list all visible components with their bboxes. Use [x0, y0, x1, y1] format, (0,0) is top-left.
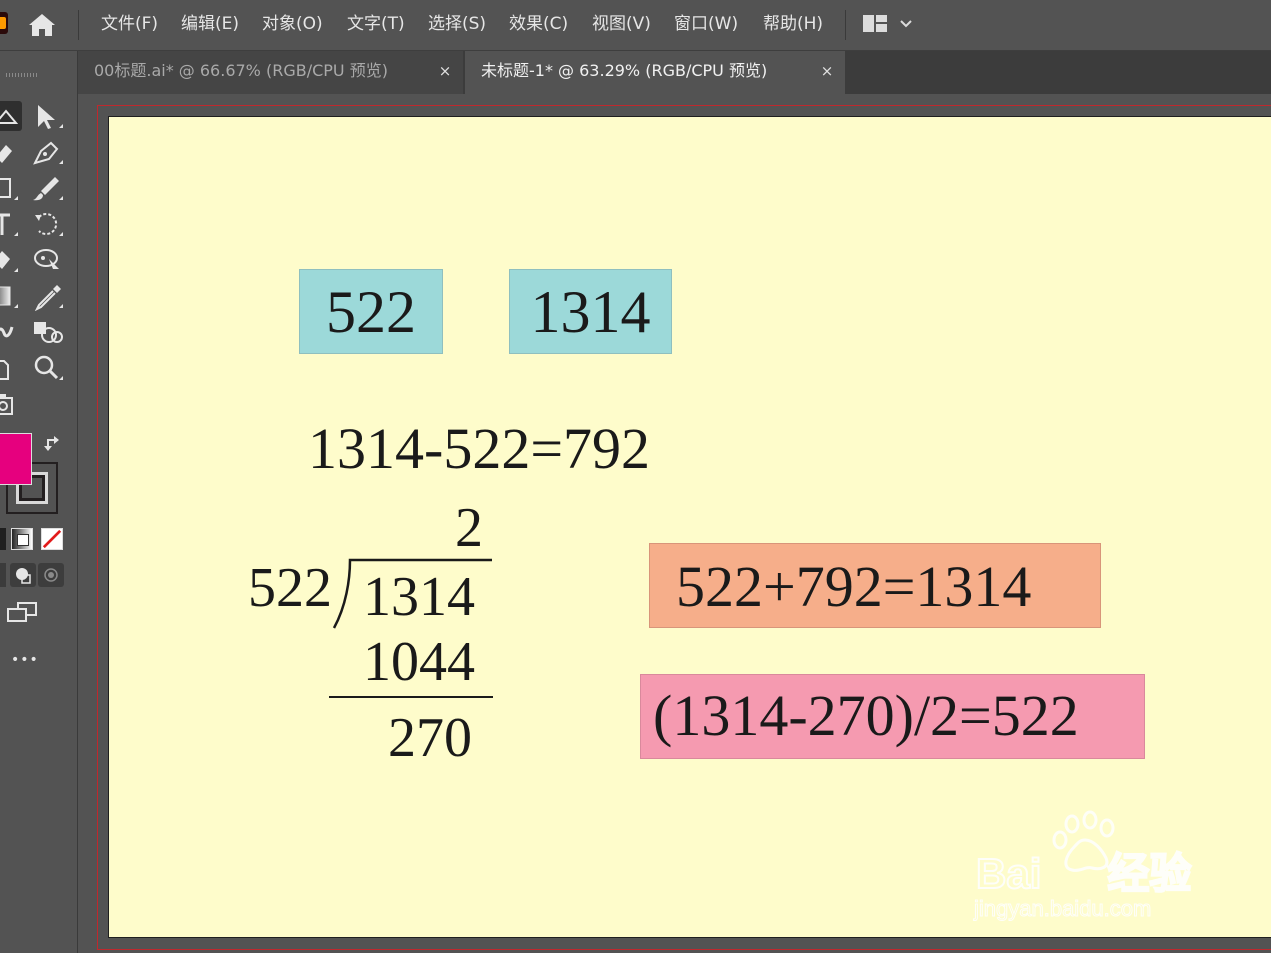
- eraser-tool-icon[interactable]: [0, 245, 22, 275]
- division-dividend[interactable]: 1314: [363, 565, 475, 629]
- more-tools-icon[interactable]: •••: [11, 652, 39, 668]
- screen-mode-icon[interactable]: [6, 599, 40, 627]
- division-quotient[interactable]: 2: [455, 496, 483, 560]
- layout-icon: [863, 15, 887, 32]
- home-icon[interactable]: [27, 11, 57, 39]
- tab-document-1[interactable]: 00标题.ai* @ 66.67% (RGB/CPU 预览) ×: [78, 51, 463, 94]
- subtraction-equation[interactable]: 1314-522=792: [308, 416, 650, 482]
- app-logo[interactable]: [0, 12, 8, 34]
- addition-equation: 522+792=1314: [676, 554, 1032, 619]
- tab-document-2[interactable]: 未标题-1* @ 63.29% (RGB/CPU 预览) ×: [465, 51, 845, 94]
- blob-brush-icon[interactable]: [0, 137, 22, 167]
- number-label: 1314: [530, 279, 651, 345]
- shaper-tool-icon[interactable]: [0, 101, 22, 131]
- camera-icon[interactable]: [0, 389, 22, 419]
- menu-edit[interactable]: 编辑(E): [181, 12, 239, 36]
- division-underline: [329, 696, 493, 698]
- rotate-tool-icon[interactable]: [31, 209, 65, 239]
- swap-fill-stroke-icon[interactable]: [42, 432, 66, 456]
- type-tool-icon[interactable]: [0, 209, 22, 239]
- number-box-522[interactable]: 522: [299, 269, 443, 354]
- draw-normal-button[interactable]: [0, 563, 6, 587]
- shape-builder-icon[interactable]: [31, 317, 65, 347]
- rectangle-tool-icon[interactable]: [0, 173, 22, 203]
- zoom-tool-icon[interactable]: [31, 353, 65, 383]
- addition-equation-box[interactable]: 522+792=1314: [649, 543, 1101, 628]
- selection-arrow-icon[interactable]: [31, 101, 65, 131]
- gradient-tool-icon[interactable]: [0, 281, 22, 311]
- division-product[interactable]: 1044: [363, 630, 475, 694]
- tab-label: 00标题.ai* @ 66.67% (RGB/CPU 预览): [94, 61, 388, 80]
- close-icon[interactable]: ×: [437, 51, 453, 91]
- draw-behind-icon[interactable]: [10, 563, 36, 587]
- watermark-url: jingyan.baidu.com: [973, 896, 1152, 922]
- division-equation-box[interactable]: (1314-270)/2=522: [640, 674, 1145, 759]
- division-divisor[interactable]: 522: [248, 556, 332, 620]
- baidu-watermark: Bai 经验 jingyan.baidu.com: [970, 810, 1210, 930]
- number-box-1314[interactable]: 1314: [509, 269, 672, 354]
- color-mode-button[interactable]: [0, 528, 6, 550]
- menu-select[interactable]: 选择(S): [428, 12, 486, 36]
- none-mode-button[interactable]: [41, 528, 63, 550]
- menu-separator: [845, 10, 846, 40]
- menu-separator: [78, 10, 79, 40]
- document-tab-bar: 00标题.ai* @ 66.67% (RGB/CPU 预览) × 未标题-1* …: [78, 51, 1271, 94]
- menu-view[interactable]: 视图(V): [592, 12, 651, 36]
- menu-window[interactable]: 窗口(W): [674, 12, 738, 36]
- division-remainder[interactable]: 270: [388, 706, 472, 770]
- division-equation: (1314-270)/2=522: [653, 683, 1079, 748]
- menu-help[interactable]: 帮助(H): [763, 12, 823, 36]
- chevron-down-icon: [900, 20, 912, 28]
- close-icon[interactable]: ×: [819, 51, 835, 91]
- menu-type[interactable]: 文字(T): [347, 12, 405, 36]
- fill-swatch[interactable]: [0, 433, 32, 485]
- workspace-switcher[interactable]: [860, 12, 916, 36]
- menu-file[interactable]: 文件(F): [101, 12, 158, 36]
- pen-tool-icon[interactable]: [31, 137, 65, 167]
- menu-bar: 文件(F) 编辑(E) 对象(O) 文字(T) 选择(S) 效果(C) 视图(V…: [0, 0, 1271, 51]
- menu-effect[interactable]: 效果(C): [509, 12, 568, 36]
- menu-object[interactable]: 对象(O): [262, 12, 323, 36]
- watermark-brand: Bai 经验: [975, 849, 1192, 898]
- panel-grip[interactable]: [6, 73, 38, 77]
- draw-inside-icon[interactable]: [38, 563, 64, 587]
- tab-label: 未标题-1* @ 63.29% (RGB/CPU 预览): [481, 61, 768, 80]
- gradient-mode-button[interactable]: [11, 528, 33, 550]
- eyedropper-icon[interactable]: [31, 281, 65, 311]
- artboard-tool-icon[interactable]: [0, 353, 22, 383]
- puppet-warp-icon[interactable]: [31, 245, 65, 275]
- blend-tool-icon[interactable]: [0, 317, 22, 347]
- number-label: 522: [326, 279, 416, 345]
- paintbrush-icon[interactable]: [31, 173, 65, 203]
